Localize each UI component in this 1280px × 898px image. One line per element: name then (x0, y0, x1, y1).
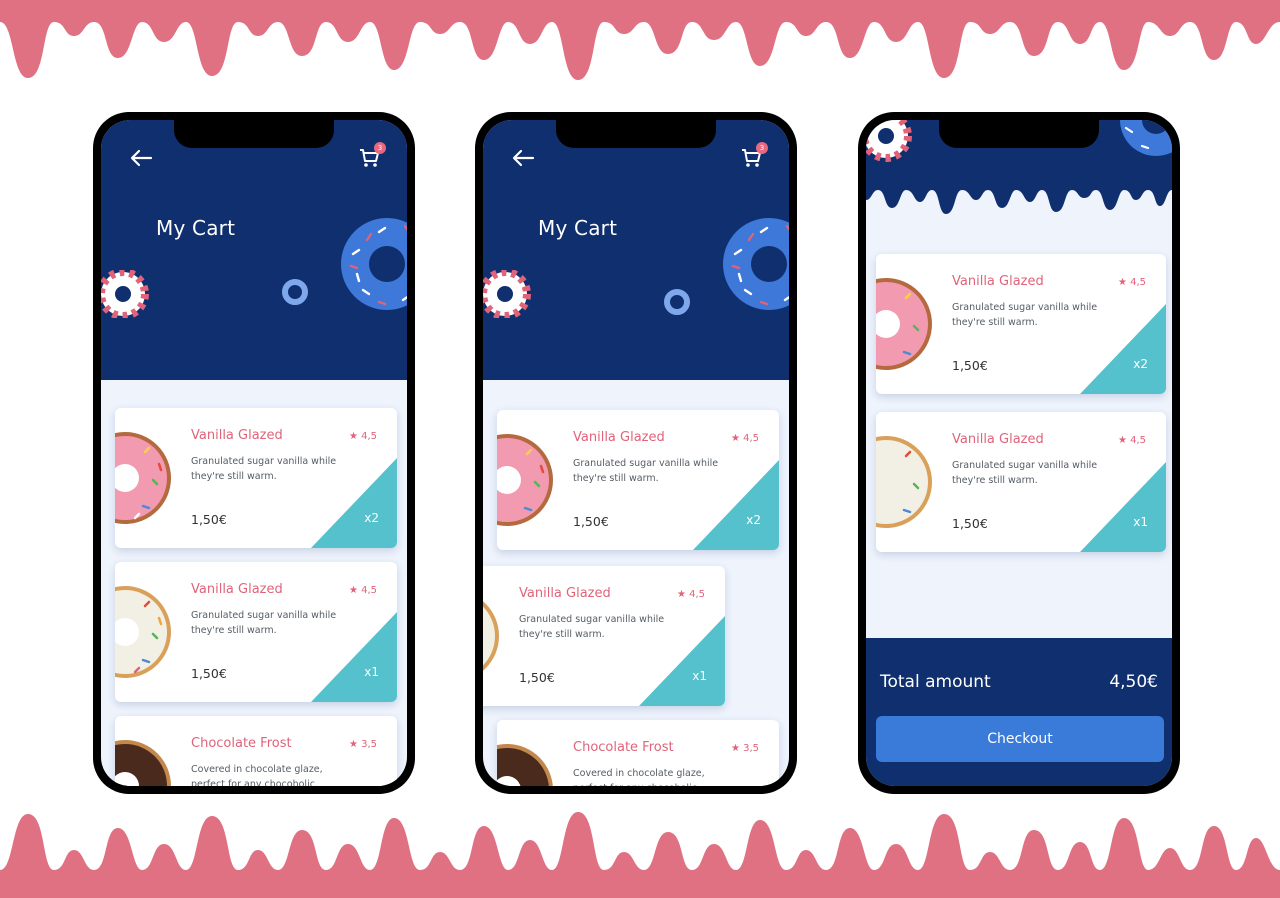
product-description: Granulated sugar vanilla while they're s… (573, 458, 719, 484)
product-quantity[interactable]: x2 (364, 511, 379, 525)
cart-item-card-swiped[interactable]: Vanilla Glazed ★ 4,5 Granulated sugar va… (483, 566, 725, 706)
product-price: 1,50€ (952, 358, 988, 373)
phone-notch (174, 120, 334, 148)
product-quantity[interactable]: x1 (364, 665, 379, 679)
navy-drip-divider (101, 340, 407, 378)
phone-mockup-3: Vanilla Glazed ★ 4,5 Granulated sugar va… (858, 112, 1180, 794)
sprinkle-donut-icon (1120, 120, 1172, 156)
product-name: Vanilla Glazed (191, 428, 283, 443)
arrow-left-icon[interactable] (129, 148, 153, 168)
phone-mockup-1: 3 My Cart Vanilla Glazed ★ 4,5 Granulate… (93, 112, 415, 794)
arrow-left-icon[interactable] (511, 148, 535, 168)
checkout-button[interactable]: Checkout (876, 716, 1164, 762)
product-description: Covered in chocolate glaze, perfect for … (573, 768, 705, 786)
sprinkle-donut-icon (341, 218, 407, 310)
cart-item-card[interactable]: Vanilla Glazed ★ 4,5 Granulated sugar va… (497, 410, 779, 550)
pink-sprinkle-donut-image (497, 434, 553, 526)
small-ring-icon (664, 289, 690, 315)
product-description: Granulated sugar vanilla while they're s… (519, 614, 665, 640)
cart-item-card[interactable]: Chocolate Frost ★ 3,5 Covered in chocola… (115, 716, 397, 786)
product-rating: ★ 4,5 (676, 589, 705, 600)
striped-donut-icon (483, 270, 531, 318)
shopping-cart-icon[interactable]: 3 (357, 142, 386, 170)
total-amount-value: 4,50€ (1109, 672, 1158, 692)
cart-item-card[interactable]: Vanilla Glazed ★ 4,5 Granulated sugar va… (115, 562, 397, 702)
product-description: Granulated sugar vanilla while they're s… (952, 302, 1098, 328)
product-name: Vanilla Glazed (952, 274, 1044, 289)
product-name: Vanilla Glazed (191, 582, 283, 597)
product-name: Vanilla Glazed (519, 586, 611, 601)
product-name: Chocolate Frost (573, 740, 674, 755)
cart-checkout-screen: Vanilla Glazed ★ 4,5 Granulated sugar va… (866, 120, 1172, 786)
product-name: Vanilla Glazed (573, 430, 665, 445)
product-name: Vanilla Glazed (952, 432, 1044, 447)
cart-item-card[interactable]: Chocolate Frost ★ 3,5 Covered in chocola… (497, 720, 779, 786)
product-price: 1,50€ (952, 516, 988, 531)
product-description: Covered in chocolate glaze, perfect for … (191, 764, 323, 786)
product-description: Granulated sugar vanilla while they're s… (952, 460, 1098, 486)
product-rating: ★ 3,5 (348, 739, 377, 750)
product-price: 1,50€ (573, 514, 609, 529)
product-quantity[interactable]: x2 (1133, 357, 1148, 371)
product-rating: ★ 3,5 (730, 743, 759, 754)
product-price: 1,50€ (191, 666, 227, 681)
navy-drip-divider (866, 176, 1172, 214)
cart-count-badge: 3 (756, 142, 768, 154)
product-quantity[interactable]: x1 (1133, 515, 1148, 529)
white-sprinkle-donut-image (115, 586, 171, 678)
chocolate-donut-image (497, 744, 553, 786)
phone-notch (556, 120, 716, 148)
cart-item-card[interactable]: Vanilla Glazed ★ 4,5 Granulated sugar va… (115, 408, 397, 548)
cart-screen: 3 My Cart Vanilla Glazed ★ 4,5 Granulate… (101, 120, 407, 786)
product-price: 1,50€ (191, 512, 227, 527)
sprinkle-donut-icon (723, 218, 789, 310)
product-rating: ★ 4,5 (348, 585, 377, 596)
chocolate-donut-image (115, 740, 171, 786)
page-title: My Cart (538, 216, 618, 240)
striped-donut-icon (101, 270, 149, 318)
product-description: Granulated sugar vanilla while they're s… (191, 610, 337, 636)
product-description: Granulated sugar vanilla while they're s… (191, 456, 337, 482)
striped-donut-icon (866, 120, 912, 162)
page-title: My Cart (156, 216, 236, 240)
product-rating: ★ 4,5 (730, 433, 759, 444)
phone-notch (939, 120, 1099, 148)
phone-mockup-2: 3 My Cart Vanilla Glazed ★ 4,5 Granulate… (475, 112, 797, 794)
product-quantity[interactable]: x2 (746, 513, 761, 527)
product-rating: ★ 4,5 (348, 431, 377, 442)
pink-sprinkle-donut-image (876, 278, 932, 370)
white-sprinkle-donut-image (483, 601, 499, 671)
pink-drip-top (0, 0, 1280, 80)
pink-drip-bottom (0, 812, 1280, 898)
total-amount-label: Total amount (880, 672, 991, 692)
product-rating: ★ 4,5 (1117, 435, 1146, 446)
navy-drip-divider (483, 340, 789, 378)
checkout-footer: Total amount 4,50€ Checkout (866, 638, 1172, 786)
product-price: 1,50€ (519, 670, 555, 685)
cart-item-card[interactable]: Vanilla Glazed ★ 4,5 Granulated sugar va… (876, 254, 1166, 394)
white-sprinkle-donut-image (876, 436, 932, 528)
cart-item-card[interactable]: Vanilla Glazed ★ 4,5 Granulated sugar va… (876, 412, 1166, 552)
cart-screen-swipe: 3 My Cart Vanilla Glazed ★ 4,5 Granulate… (483, 120, 789, 786)
cart-count-badge: 3 (374, 142, 386, 154)
pink-sprinkle-donut-image (115, 432, 171, 524)
product-name: Chocolate Frost (191, 736, 292, 751)
small-ring-icon (282, 279, 308, 305)
shopping-cart-icon[interactable]: 3 (739, 142, 768, 170)
product-rating: ★ 4,5 (1117, 277, 1146, 288)
product-quantity[interactable]: x1 (692, 669, 707, 683)
